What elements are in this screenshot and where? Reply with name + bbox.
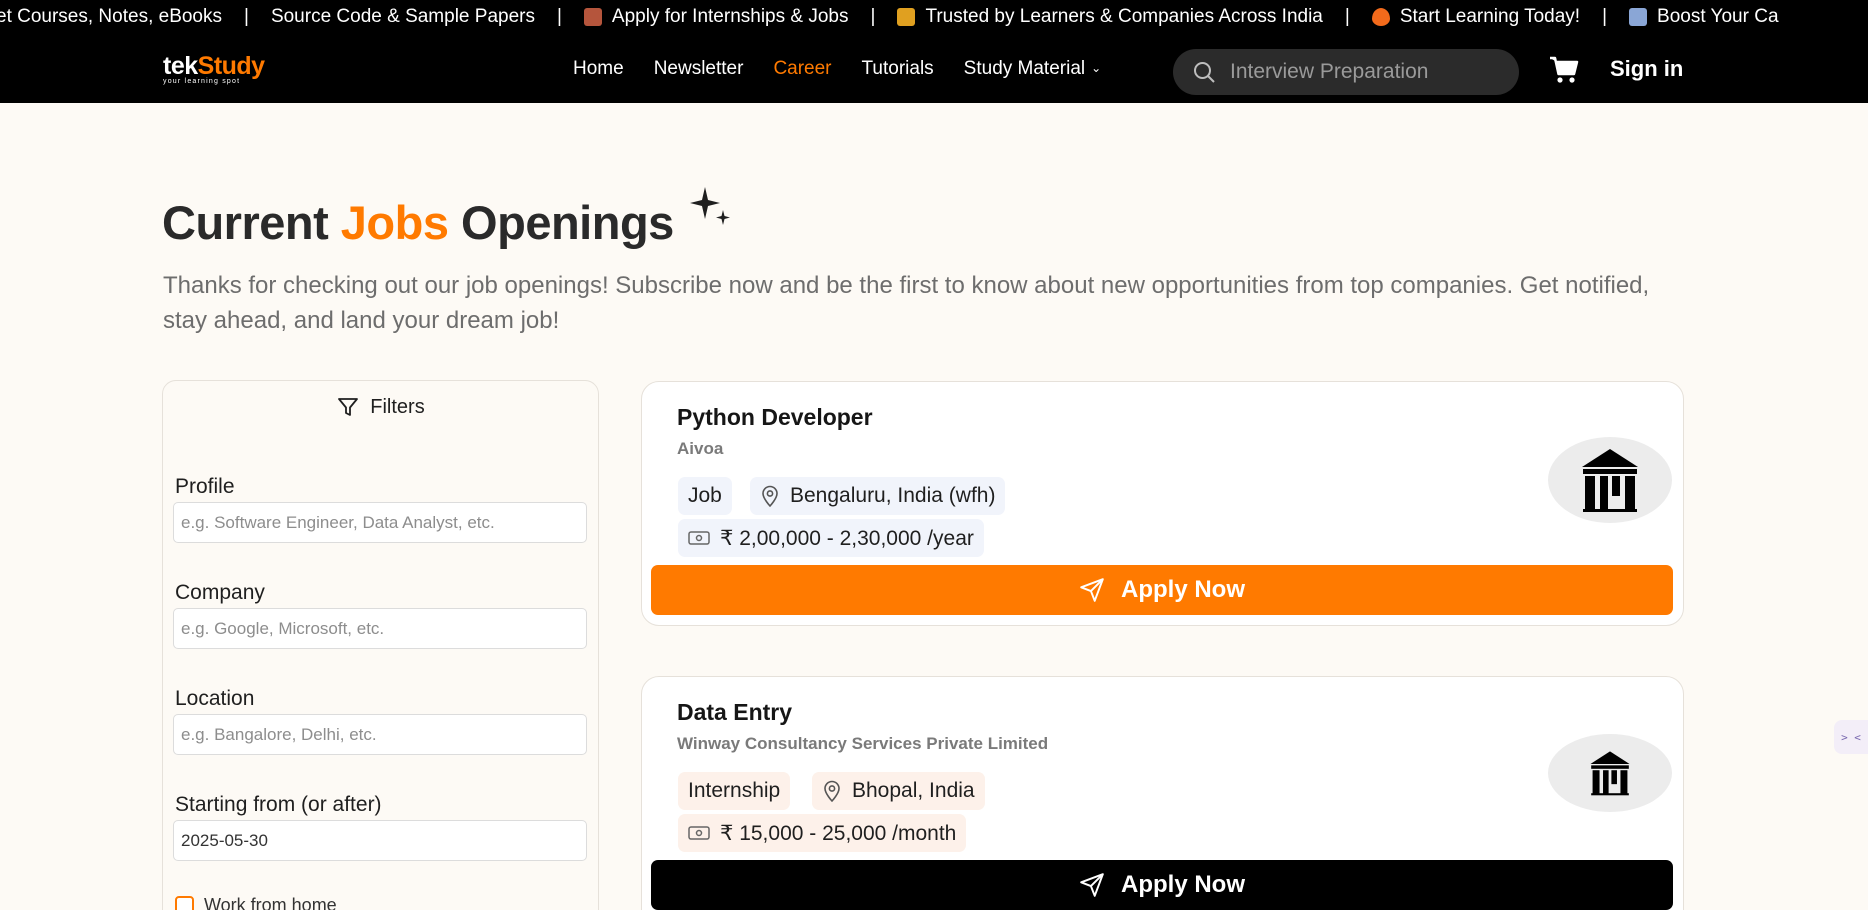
ticker-item: Boost Your Ca [1629, 0, 1779, 34]
job-type-chip: Internship [678, 772, 791, 810]
ticker-text: Trusted by Learners & Companies Across I… [925, 6, 1323, 27]
ticker-separator: | [244, 6, 249, 27]
job-company: Winway Consultancy Services Private Limi… [677, 734, 1049, 753]
sparkle-icon [690, 187, 730, 225]
job-card: Data Entry Winway Consultancy Services P… [641, 676, 1684, 910]
job-salary: ₹ 2,00,000 - 2,30,000 /year [720, 526, 974, 550]
ticker-separator: | [556, 6, 562, 27]
site-logo[interactable]: tekStudy your learning spot [163, 54, 265, 86]
profile-label: Profile [175, 475, 235, 498]
send-icon [1080, 578, 1104, 602]
chevron-down-icon: ⌄ [1091, 61, 1102, 76]
rocket-icon [1629, 8, 1648, 26]
job-type-chip: Job [678, 477, 732, 515]
filter-icon [338, 398, 359, 416]
money-icon [688, 826, 710, 840]
fire-icon [1371, 8, 1390, 26]
assistant-glyph: > < [1841, 730, 1861, 744]
job-location: Bengaluru, India (wfh) [790, 484, 996, 507]
company-logo [1548, 437, 1672, 523]
announcement-ticker: et Courses, Notes, eBooks | Source Code … [0, 0, 1868, 34]
salary-chip: ₹ 2,00,000 - 2,30,000 /year [678, 519, 984, 557]
cart-icon [1550, 56, 1579, 83]
nav-study-material[interactable]: Study Material ⌄ [964, 58, 1102, 80]
ticker-track: et Courses, Notes, eBooks | Source Code … [0, 0, 1779, 34]
location-pin-icon [762, 485, 778, 507]
company-label: Company [175, 581, 265, 604]
logo-part-study: Study [197, 52, 265, 80]
trophy-icon [897, 8, 916, 26]
page-subtitle: Thanks for checking out our job openings… [163, 272, 1650, 334]
bank-building-icon [1582, 449, 1638, 512]
ticker-item: Trusted by Learners & Companies Across I… [897, 0, 1323, 34]
ticker-item: Source Code & Sample Papers [271, 0, 535, 34]
nav-newsletter[interactable]: Newsletter [654, 58, 744, 80]
wfh-checkbox[interactable]: Work from home [175, 895, 337, 910]
checkbox-box[interactable] [175, 896, 194, 910]
filters-title: Filters [370, 395, 425, 418]
ticker-item: Start Learning Today! [1371, 0, 1581, 34]
job-company: Aivoa [677, 439, 724, 458]
search-icon [1194, 62, 1215, 83]
job-title[interactable]: Python Developer [677, 404, 873, 431]
job-location: Bhopal, India [852, 779, 975, 802]
ticker-separator: | [1344, 6, 1350, 27]
bank-building-icon [1590, 751, 1630, 796]
main-nav: Home Newsletter Career Tutorials Study M… [573, 34, 1131, 103]
company-input[interactable] [173, 608, 587, 649]
start-date-input[interactable] [173, 820, 587, 861]
ticker-text: et Courses, Notes, eBooks [0, 6, 222, 27]
location-label: Location [175, 687, 255, 710]
location-chip: Bengaluru, India (wfh) [750, 477, 1006, 515]
location-chip: Bhopal, India [812, 772, 985, 810]
location-input[interactable] [173, 714, 587, 755]
logo-wordmark: tekStudy [163, 52, 265, 80]
nav-study-material-label: Study Material [963, 57, 1086, 79]
wfh-label: Work from home [204, 895, 337, 910]
ticker-text: Source Code & Sample Papers [270, 6, 535, 27]
logo-part-tek: tek [163, 52, 198, 80]
job-type: Internship [688, 779, 781, 802]
ticker-separator: | [870, 6, 876, 27]
assistant-icon[interactable]: > < [1834, 720, 1868, 754]
send-icon [1080, 873, 1104, 897]
ticker-text: Boost Your Ca [1657, 6, 1779, 27]
ticker-text: Start Learning Today! [1399, 6, 1581, 27]
search-bar[interactable] [1173, 49, 1519, 95]
top-navbar: tekStudy your learning spot Home Newslet… [0, 34, 1868, 103]
start-date-label: Starting from (or after) [175, 793, 382, 816]
search-input[interactable] [1230, 60, 1500, 84]
cart-button[interactable] [1549, 56, 1579, 89]
job-title[interactable]: Data Entry [677, 699, 792, 726]
job-salary: ₹ 15,000 - 25,000 /month [720, 821, 957, 845]
nav-career[interactable]: Career [773, 58, 831, 80]
ticker-item: Apply for Internships & Jobs [583, 0, 849, 34]
sign-in-link[interactable]: Sign in [1610, 56, 1683, 82]
job-card: Python Developer Aivoa Job Bengaluru, In… [641, 381, 1684, 626]
profile-input[interactable] [173, 502, 587, 543]
ticker-item: et Courses, Notes, eBooks [0, 0, 222, 34]
nav-tutorials[interactable]: Tutorials [862, 58, 934, 80]
company-logo [1548, 734, 1672, 812]
apply-now-button[interactable]: Apply Now [651, 860, 1673, 910]
money-icon [688, 531, 710, 545]
salary-chip: ₹ 15,000 - 25,000 /month [678, 814, 967, 852]
ticker-separator: | [1602, 6, 1608, 27]
title-part: Openings [448, 196, 674, 249]
title-part: Current [162, 196, 341, 249]
job-type: Job [688, 484, 722, 507]
location-pin-icon [824, 780, 840, 802]
filters-panel: Filters Profile Company Location Startin… [162, 380, 599, 910]
apply-label: Apply Now [1121, 576, 1245, 603]
apply-now-button[interactable]: Apply Now [651, 565, 1673, 615]
apply-label: Apply Now [1121, 871, 1245, 898]
ticker-text: Apply for Internships & Jobs [611, 6, 849, 27]
briefcase-icon [583, 8, 602, 26]
title-accent: Jobs [340, 196, 449, 249]
page-title: Current Jobs Openings [162, 195, 674, 250]
nav-home[interactable]: Home [573, 58, 624, 80]
filters-header: Filters [163, 395, 598, 419]
